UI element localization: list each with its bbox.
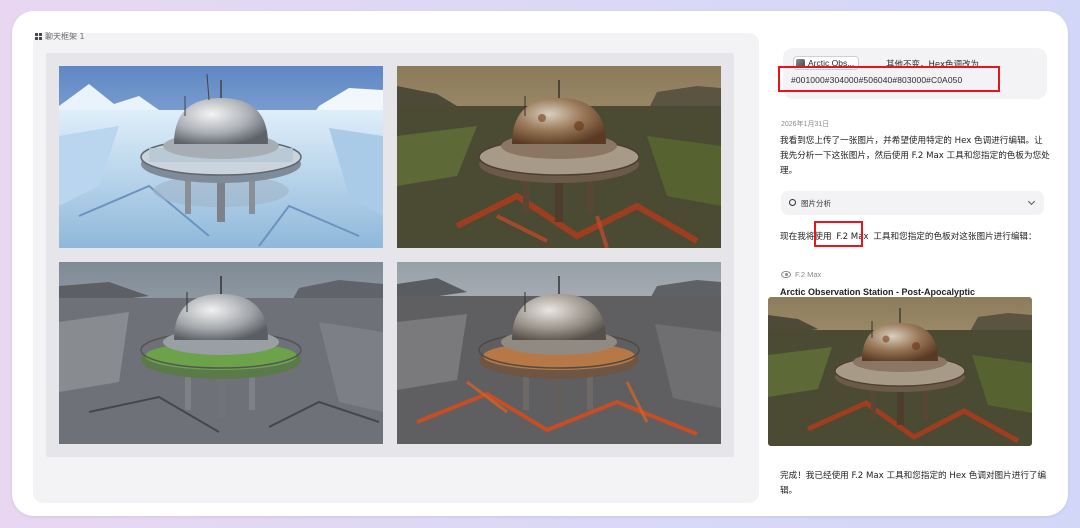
canvas-frame-label[interactable]: 聊天框架 1	[35, 31, 85, 42]
model-tag: F.2 Max	[781, 270, 821, 279]
image-rocky-green[interactable]	[59, 262, 383, 444]
edit-intro-suffix: 工具和您指定的色板对这张图片进行编辑：	[873, 232, 1037, 242]
highlight-box-hex	[778, 66, 1000, 92]
analysis-label: 图片分析	[801, 199, 831, 208]
frame-grid-icon	[35, 33, 42, 40]
station-ice-illustration	[59, 66, 383, 248]
result-image[interactable]	[768, 297, 1032, 446]
assistant-intro-text: 我看到您上传了一张图片，并希望使用特定的 Hex 色调进行编辑。让我先分析一下这…	[780, 136, 1050, 176]
station-rock-green-illustration	[59, 262, 383, 444]
image-arctic-original[interactable]	[59, 66, 383, 248]
eye-icon	[781, 271, 791, 278]
search-icon	[789, 199, 796, 206]
result-title: Arctic Observation Station - Post-Apocal…	[780, 287, 976, 297]
canvas-frame-title: 聊天框架 1	[45, 32, 85, 41]
image-post-apocalyptic[interactable]	[397, 66, 721, 248]
chevron-down-icon	[1027, 197, 1036, 206]
model-tag-label: F.2 Max	[795, 270, 822, 279]
highlight-box-model	[814, 221, 863, 247]
message-date: 2026年1月31日	[781, 121, 830, 128]
completion-text: 完成！我已经使用 F.2 Max 工具和您指定的 Hex 色调对图片进行了编辑。	[780, 471, 1047, 496]
result-wasteland-illustration	[768, 297, 1032, 446]
station-wasteland-illustration	[397, 66, 721, 248]
station-rock-lava-illustration	[397, 262, 721, 444]
image-analysis-collapsible[interactable]: 图片分析	[781, 191, 1044, 215]
image-rocky-lava[interactable]	[397, 262, 721, 444]
